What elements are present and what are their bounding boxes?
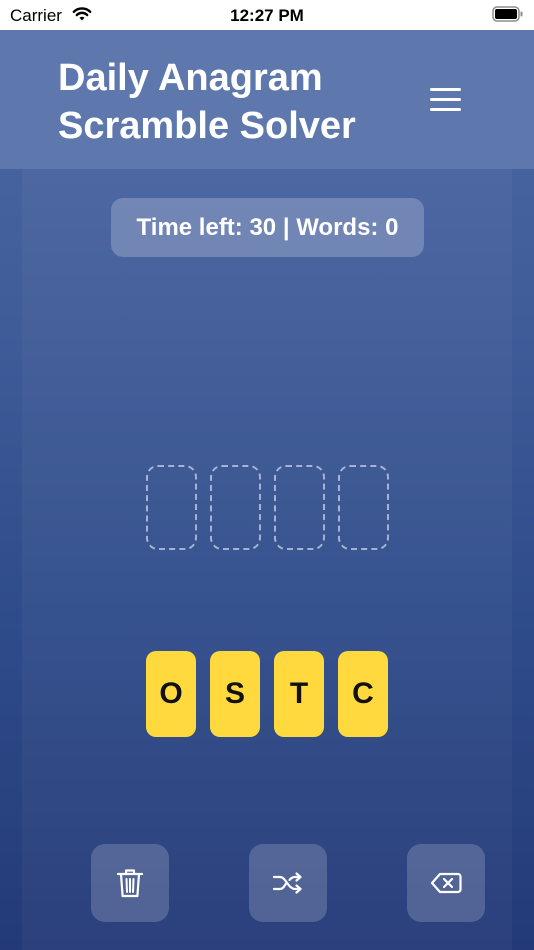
letter-tile[interactable]: C bbox=[338, 651, 388, 737]
clock: 12:27 PM bbox=[230, 6, 304, 25]
clear-button[interactable] bbox=[91, 844, 169, 922]
letter-tile[interactable]: T bbox=[274, 651, 324, 737]
answer-slots bbox=[146, 465, 390, 550]
battery-icon bbox=[492, 6, 523, 22]
app-header: Daily Anagram Scramble Solver bbox=[0, 30, 534, 169]
letter-tiles: O S T C bbox=[146, 651, 390, 737]
page-title: Daily Anagram Scramble Solver bbox=[58, 54, 418, 150]
shuffle-icon bbox=[272, 872, 302, 894]
title-line-1: Daily Anagram bbox=[58, 57, 323, 99]
trash-icon bbox=[116, 869, 144, 898]
answer-slot[interactable] bbox=[338, 465, 389, 550]
shuffle-button[interactable] bbox=[249, 844, 327, 922]
backspace-icon bbox=[430, 872, 462, 894]
answer-slot[interactable] bbox=[274, 465, 325, 550]
status-badge: Time left: 30 | Words: 0 bbox=[111, 198, 424, 257]
letter-tile[interactable]: S bbox=[210, 651, 260, 737]
title-line-2: Scramble Solver bbox=[58, 105, 356, 147]
answer-slot[interactable] bbox=[146, 465, 197, 550]
answer-slot[interactable] bbox=[210, 465, 261, 550]
hamburger-menu-icon[interactable] bbox=[430, 88, 462, 112]
game-panel bbox=[22, 169, 512, 950]
letter-tile[interactable]: O bbox=[146, 651, 196, 737]
backspace-button[interactable] bbox=[407, 844, 485, 922]
status-bar: Carrier 12:27 PM bbox=[0, 0, 534, 30]
